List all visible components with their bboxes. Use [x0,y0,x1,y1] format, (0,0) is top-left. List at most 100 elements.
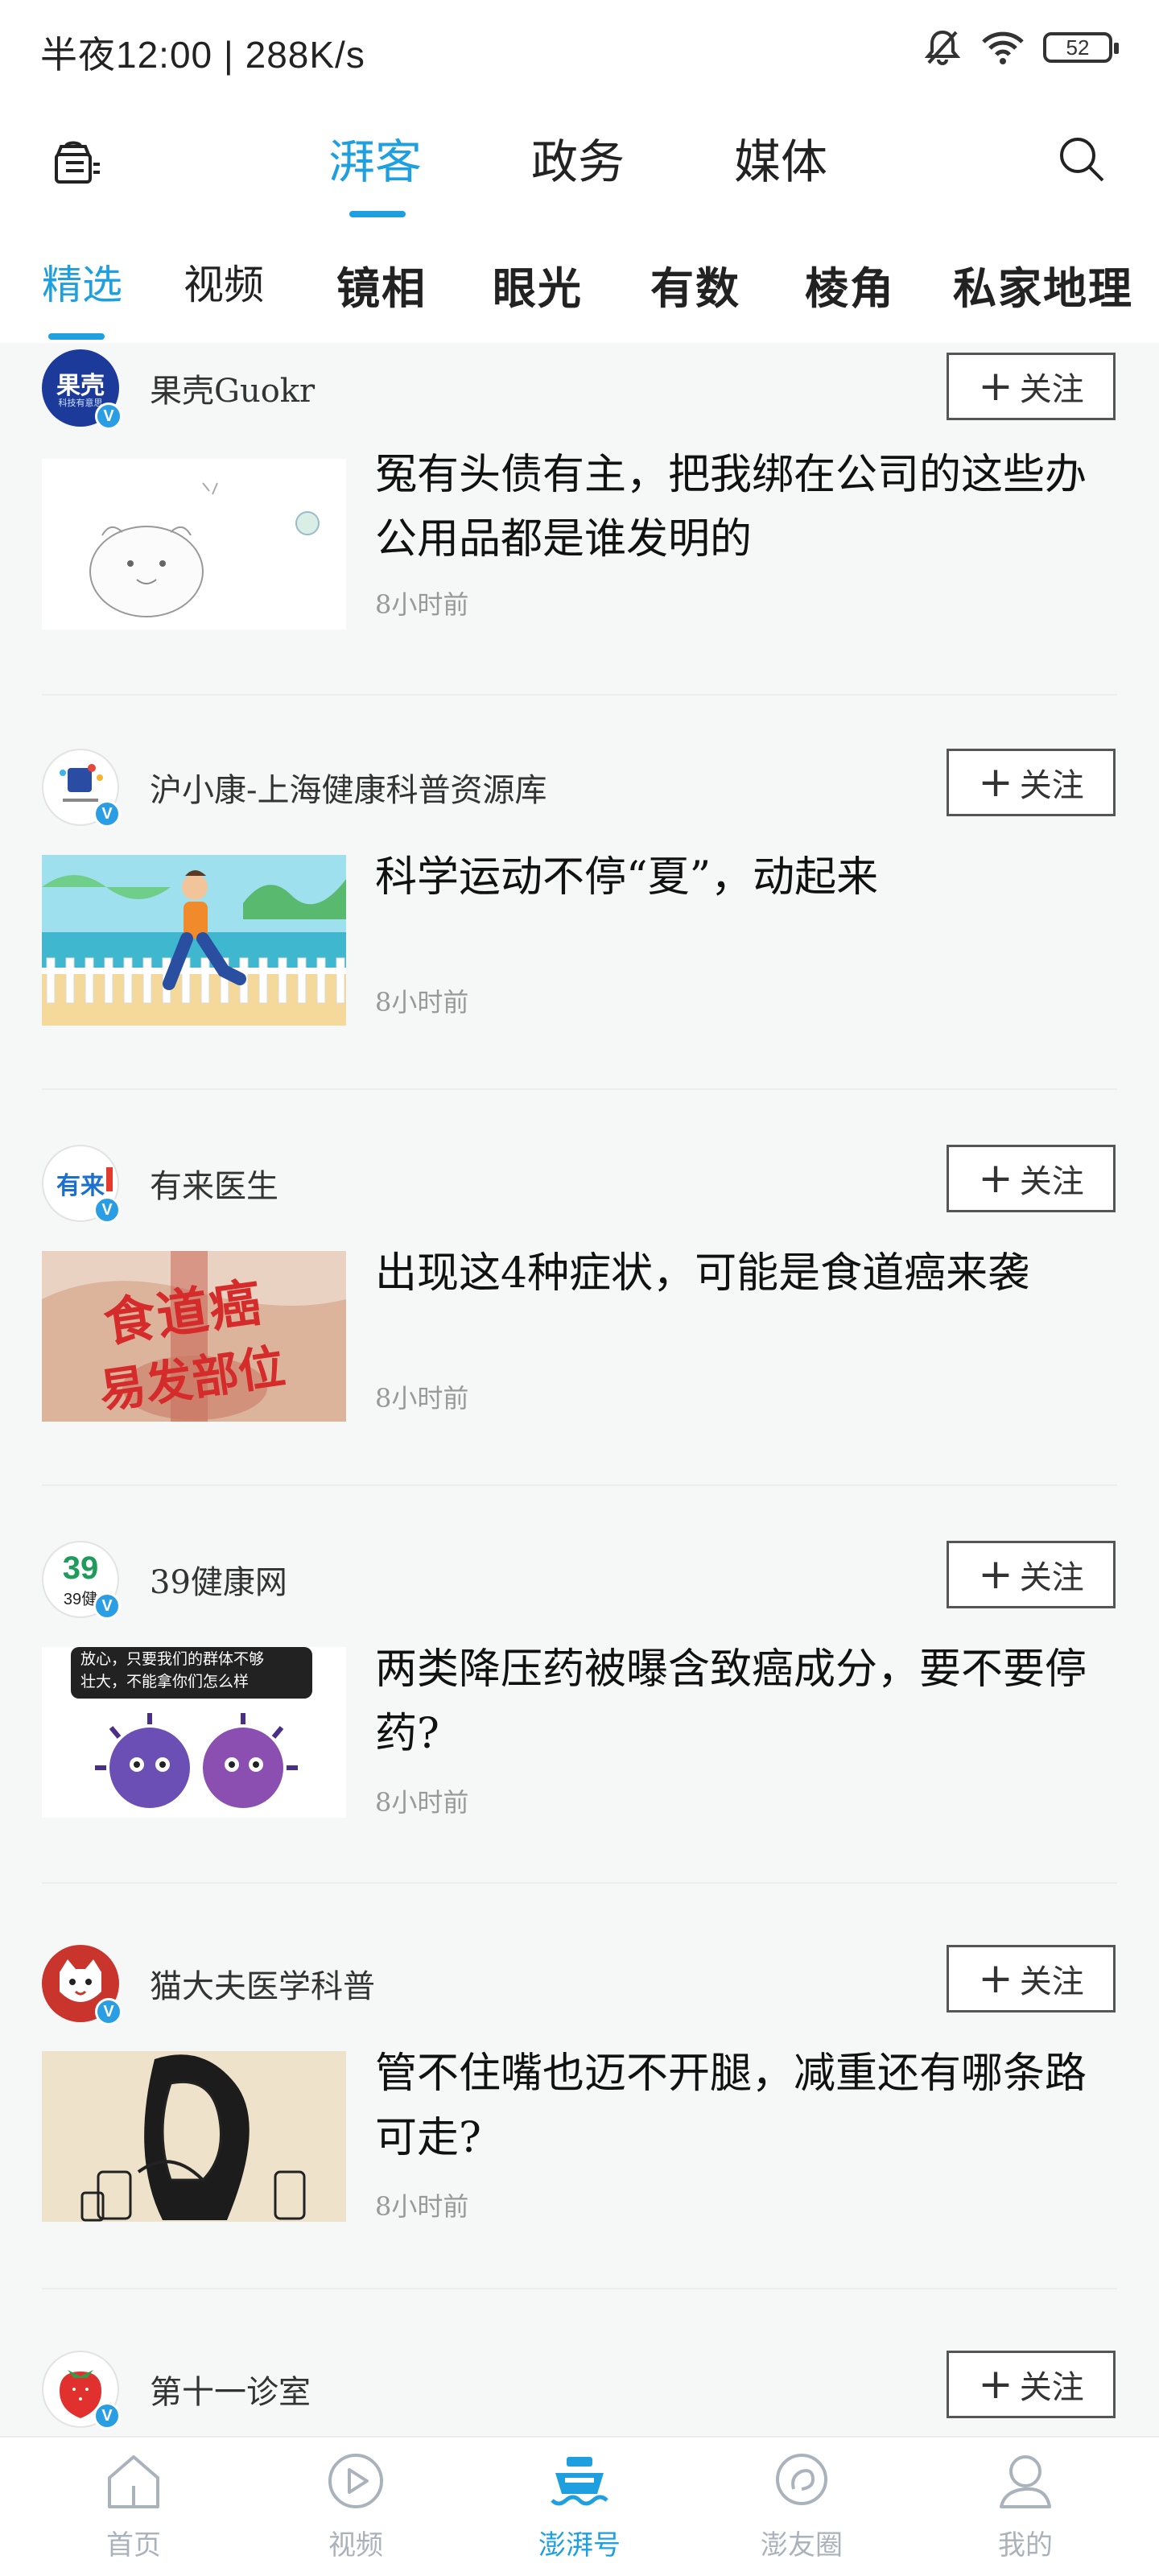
sub-tabs: 精选 视频 镜相 眼光 有数 棱角 私家地理 [0,221,1159,343]
avatar-text: 39 [62,1550,99,1586]
article-title[interactable]: 两类降压药被曝含致癌成分，要不要停药? [375,1637,1116,1766]
chat-bubble-icon [776,2454,827,2505]
divider [42,1882,1117,1884]
thumbnail-illustration [42,459,346,630]
avatar[interactable]: V [42,2351,121,2429]
article-thumbnail[interactable] [42,459,346,630]
divider [42,694,1117,696]
wifi-icon [982,31,1024,64]
follow-label: 关注 [1019,371,1084,408]
author-row[interactable]: V 猫大夫医学科普 [42,1945,375,2025]
divider [42,1484,1117,1486]
thumbnail-illustration [42,855,346,1026]
follow-label: 关注 [1019,1559,1084,1596]
thumbnail-illustration [95,1713,298,1808]
follow-button[interactable]: + 关注 [947,353,1116,420]
article-title[interactable]: 管不住嘴也迈不开腿，减重还有哪条路可走? [375,2041,1116,2170]
author-name[interactable]: 第十一诊室 [150,2366,311,2413]
header-tabs: 湃客 政务 媒体 [0,100,1159,221]
subtab-youshu[interactable]: 有数 [650,253,740,316]
status-bar: 半夜12:00 | 288K/s 52 [0,0,1159,100]
author-row[interactable]: 39 39健 V 39健康网 [42,1541,287,1620]
plus-icon: + [978,1550,1013,1599]
article-title[interactable]: 出现这4种症状，可能是食道癌来袭 [375,1241,1116,1306]
verified-badge: V [95,402,122,430]
article-time: 8小时前 [375,1383,469,1414]
divider [42,2288,1117,2289]
follow-label: 关注 [1019,1163,1084,1200]
author-name[interactable]: 果壳Guokr [150,365,315,411]
tab-meiti[interactable]: 媒体 [734,124,827,192]
status-icons: 52 [922,27,1119,68]
verified-badge: V [93,2402,121,2429]
avatar[interactable]: 果壳 科技有意思 V [42,349,122,430]
nav-home[interactable]: 首页 [69,2449,198,2562]
tab-paike[interactable]: 湃客 [328,124,422,192]
verified-badge: V [93,1196,121,1224]
author-name[interactable]: 39健康网 [150,1556,287,1603]
tab-underline [349,211,406,217]
nav-mine[interactable]: 我的 [961,2449,1090,2562]
avatar[interactable]: V [42,1945,122,2025]
avatar[interactable]: V [42,749,121,828]
follow-button[interactable]: + 关注 [947,1145,1116,1212]
article-feed: 果壳 科技有意思 V 果壳Guokr + 关注 冤有头债有主，把我绑在公司的这些办… [0,343,1159,2436]
plus-icon: + [978,2360,1013,2409]
author-row[interactable]: V 第十一诊室 [42,2351,311,2429]
nav-label: 澎湃号 [538,2530,621,2561]
plus-icon: + [978,1154,1013,1203]
subtab-yanguang[interactable]: 眼光 [493,253,583,316]
nav-label: 澎友圈 [761,2530,843,2561]
author-name[interactable]: 有来医生 [150,1160,278,1207]
plus-icon: + [978,362,1013,411]
article-title[interactable]: 冤有头债有主，把我绑在公司的这些办公用品都是谁发明的 [375,443,1116,572]
author-row[interactable]: V 沪小康-上海健康科普资源库 [42,749,547,828]
divider [42,1088,1117,1090]
nav-label: 我的 [998,2530,1053,2561]
follow-label: 关注 [1019,767,1084,804]
nav-pengyouquan[interactable]: 澎友圈 [737,2449,866,2562]
plus-icon: + [978,1955,1013,2003]
follow-button[interactable]: + 关注 [947,1945,1116,2013]
article-thumbnail[interactable]: 放心，只要我们的群体不够 壮大，不能拿你们怎么样 [42,1647,346,1818]
play-icon [328,2454,383,2508]
bottom-nav: 首页 视频 澎湃号 澎友圈 我的 [0,2436,1159,2576]
top-header: 湃客 政务 媒体 [0,100,1159,221]
avatar[interactable]: 有来 V [42,1145,121,1224]
battery-icon: 52 [1043,32,1119,63]
avatar[interactable]: 39 39健 V [42,1541,121,1620]
ship-icon [551,2457,608,2506]
avatar-accent [106,1167,113,1191]
author-row[interactable]: 有来 V 有来医生 [42,1145,278,1224]
article-thumbnail[interactable] [42,2051,346,2222]
tab-zhengwu[interactable]: 政务 [531,124,625,192]
subtab-sijiadili[interactable]: 私家地理 [953,253,1133,316]
user-icon [1000,2455,1051,2508]
follow-button[interactable]: + 关注 [947,2351,1116,2418]
subtab-lengjiao[interactable]: 棱角 [805,253,895,316]
subtab-jingxiang[interactable]: 镜相 [336,253,427,316]
battery-level: 52 [1066,35,1090,60]
author-name[interactable]: 沪小康-上海健康科普资源库 [150,764,547,811]
plus-icon: + [978,758,1013,807]
subtab-underline [48,333,105,340]
follow-button[interactable]: + 关注 [947,749,1116,816]
article-thumbnail[interactable] [42,855,346,1026]
subtab-jingxuan[interactable]: 精选 [42,253,122,311]
mute-bell-icon [924,30,961,65]
thumbnail-illustration [42,2051,346,2222]
status-time: 半夜12:00 | 288K/s [40,34,365,76]
article-thumbnail[interactable]: 食道癌 易发部位 [42,1251,346,1422]
author-name[interactable]: 猫大夫医学科普 [150,1960,375,2007]
nav-video[interactable]: 视频 [291,2449,420,2562]
follow-button[interactable]: + 关注 [947,1541,1116,1608]
author-row[interactable]: 果壳 科技有意思 V 果壳Guokr [42,349,315,430]
verified-badge: V [95,1998,122,2025]
nav-label: 视频 [328,2530,383,2561]
article-title[interactable]: 科学运动不停“夏”，动起来 [375,845,1116,910]
nav-pengpai-hao[interactable]: 澎湃号 [515,2449,644,2562]
subtab-shipin[interactable]: 视频 [184,253,264,311]
search-icon[interactable] [1056,134,1107,185]
article-time: 8小时前 [375,1787,469,1818]
follow-label: 关注 [1019,1963,1084,2000]
